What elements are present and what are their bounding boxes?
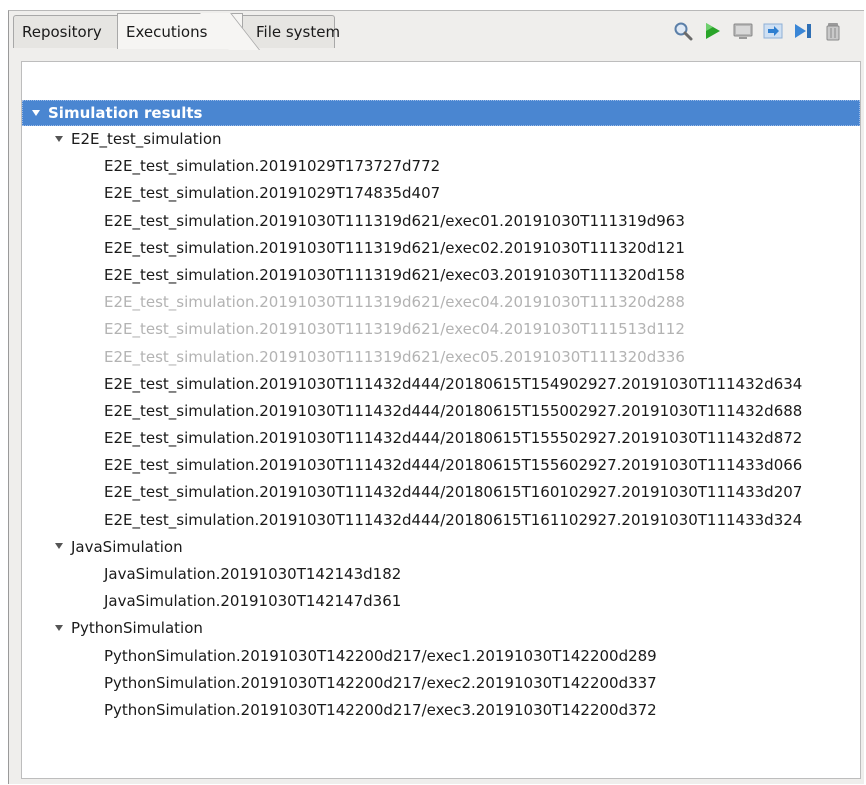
skip-to-end-icon[interactable] xyxy=(792,20,814,42)
tree-item[interactable]: E2E_test_simulation.20191030T111319d621/… xyxy=(22,208,860,235)
tree-node-label: E2E_test_simulation.20191030T111432d444/… xyxy=(104,483,803,502)
results-tree: Simulation results E2E_test_simulation E2E… xyxy=(21,61,861,779)
tree-node-label: E2E_test_simulation.20191030T111319d621/… xyxy=(104,265,685,284)
tree-node-label: PythonSimulation.20191030T142200d217/exe… xyxy=(104,646,657,665)
tree-node-label: PythonSimulation xyxy=(71,619,203,638)
tree-node-label: E2E_test_simulation.20191029T174835d407 xyxy=(104,184,441,203)
tree-item[interactable]: E2E_test_simulation.20191030T111432d444/… xyxy=(22,452,860,479)
tree-item[interactable]: E2E_test_simulation.20191030T111319d621/… xyxy=(22,262,860,289)
tree-item[interactable]: E2E_test_simulation.20191030T111432d444/… xyxy=(22,425,860,452)
tab-repository[interactable]: Repository xyxy=(13,15,119,48)
tree-node-label: JavaSimulation xyxy=(71,537,183,556)
tree-node-label: PythonSimulation.20191030T142200d217/exe… xyxy=(104,700,657,719)
tree-group[interactable]: E2E_test_simulation xyxy=(22,126,860,153)
tree-item[interactable]: PythonSimulation.20191030T142200d217/exe… xyxy=(22,670,860,697)
search-icon[interactable] xyxy=(672,20,694,42)
chevron-down-icon[interactable] xyxy=(32,109,40,116)
tree-item[interactable]: E2E_test_simulation.20191030T111432d444/… xyxy=(22,507,860,534)
tree-node-label: E2E_test_simulation.20191029T173727d772 xyxy=(104,157,441,176)
tree-node-label: E2E_test_simulation.20191030T111432d444/… xyxy=(104,401,803,420)
tree-item[interactable]: E2E_test_simulation.20191030T111432d444/… xyxy=(22,398,860,425)
tree-item[interactable]: E2E_test_simulation.20191030T111432d444/… xyxy=(22,371,860,398)
tree-node-label: PythonSimulation.20191030T142200d217/exe… xyxy=(104,673,657,692)
tree-group[interactable]: PythonSimulation xyxy=(22,615,860,642)
tree-item[interactable]: E2E_test_simulation.20191030T111319d621/… xyxy=(22,316,860,343)
tree-node-label: E2E_test_simulation.20191030T111432d444/… xyxy=(104,374,803,393)
tab-executions[interactable]: Executions xyxy=(117,13,243,49)
tree-node-label: E2E_test_simulation.20191030T111432d444/… xyxy=(104,510,803,529)
tree-node-label: E2E_test_simulation.20191030T111319d621/… xyxy=(104,211,685,230)
tree-item[interactable]: JavaSimulation.20191030T142143d182 xyxy=(22,561,860,588)
tree-item[interactable]: E2E_test_simulation.20191030T111319d621/… xyxy=(22,235,860,262)
tree-node-label: E2E_test_simulation.20191030T111319d621/… xyxy=(104,238,685,257)
chevron-down-icon[interactable] xyxy=(55,135,63,142)
monitor-icon[interactable] xyxy=(732,20,754,42)
tree-item[interactable]: E2E_test_simulation.20191030T111432d444/… xyxy=(22,479,860,506)
tree-node-label: E2E_test_simulation.20191030T111319d621/… xyxy=(104,347,685,366)
tree-item[interactable]: E2E_test_simulation.20191029T173727d772 xyxy=(22,153,860,180)
tree-root-simulation-results[interactable]: Simulation results xyxy=(22,100,860,126)
tree-item[interactable]: PythonSimulation.20191030T142200d217/exe… xyxy=(22,697,860,724)
tree-node-label: E2E_test_simulation xyxy=(71,130,222,148)
run-icon[interactable] xyxy=(702,20,724,42)
chevron-down-icon[interactable] xyxy=(55,624,63,631)
tree-item[interactable]: PythonSimulation.20191030T142200d217/exe… xyxy=(22,643,860,670)
tree-node-label: E2E_test_simulation.20191030T111432d444/… xyxy=(104,429,803,448)
tree-item[interactable]: E2E_test_simulation.20191030T111319d621/… xyxy=(22,289,860,316)
chevron-down-icon[interactable] xyxy=(55,543,63,550)
tree-item[interactable]: E2E_test_simulation.20191030T111319d621/… xyxy=(22,344,860,371)
view-toolbar xyxy=(672,19,844,43)
tree-node-label: E2E_test_simulation.20191030T111432d444/… xyxy=(104,456,803,475)
trash-icon[interactable] xyxy=(822,20,844,42)
tree-item[interactable]: JavaSimulation.20191030T142147d361 xyxy=(22,588,860,615)
tree-group[interactable]: JavaSimulation xyxy=(22,534,860,561)
tree-node-label: E2E_test_simulation.20191030T111319d621/… xyxy=(104,320,685,339)
executions-view: Repository Executions File system Simula… xyxy=(8,10,864,784)
tree-node-label: JavaSimulation.20191030T142143d182 xyxy=(104,565,402,583)
tree-node-label: Simulation results xyxy=(48,104,203,122)
tab-bar: Repository Executions File system xyxy=(9,11,864,49)
step-icon[interactable] xyxy=(762,20,784,42)
tree-node-label: JavaSimulation.20191030T142147d361 xyxy=(104,592,402,611)
tree-item[interactable]: E2E_test_simulation.20191029T174835d407 xyxy=(22,180,860,207)
tree-rows: Simulation results E2E_test_simulation E2E… xyxy=(22,100,860,724)
tree-node-label: E2E_test_simulation.20191030T111319d621/… xyxy=(104,293,685,312)
